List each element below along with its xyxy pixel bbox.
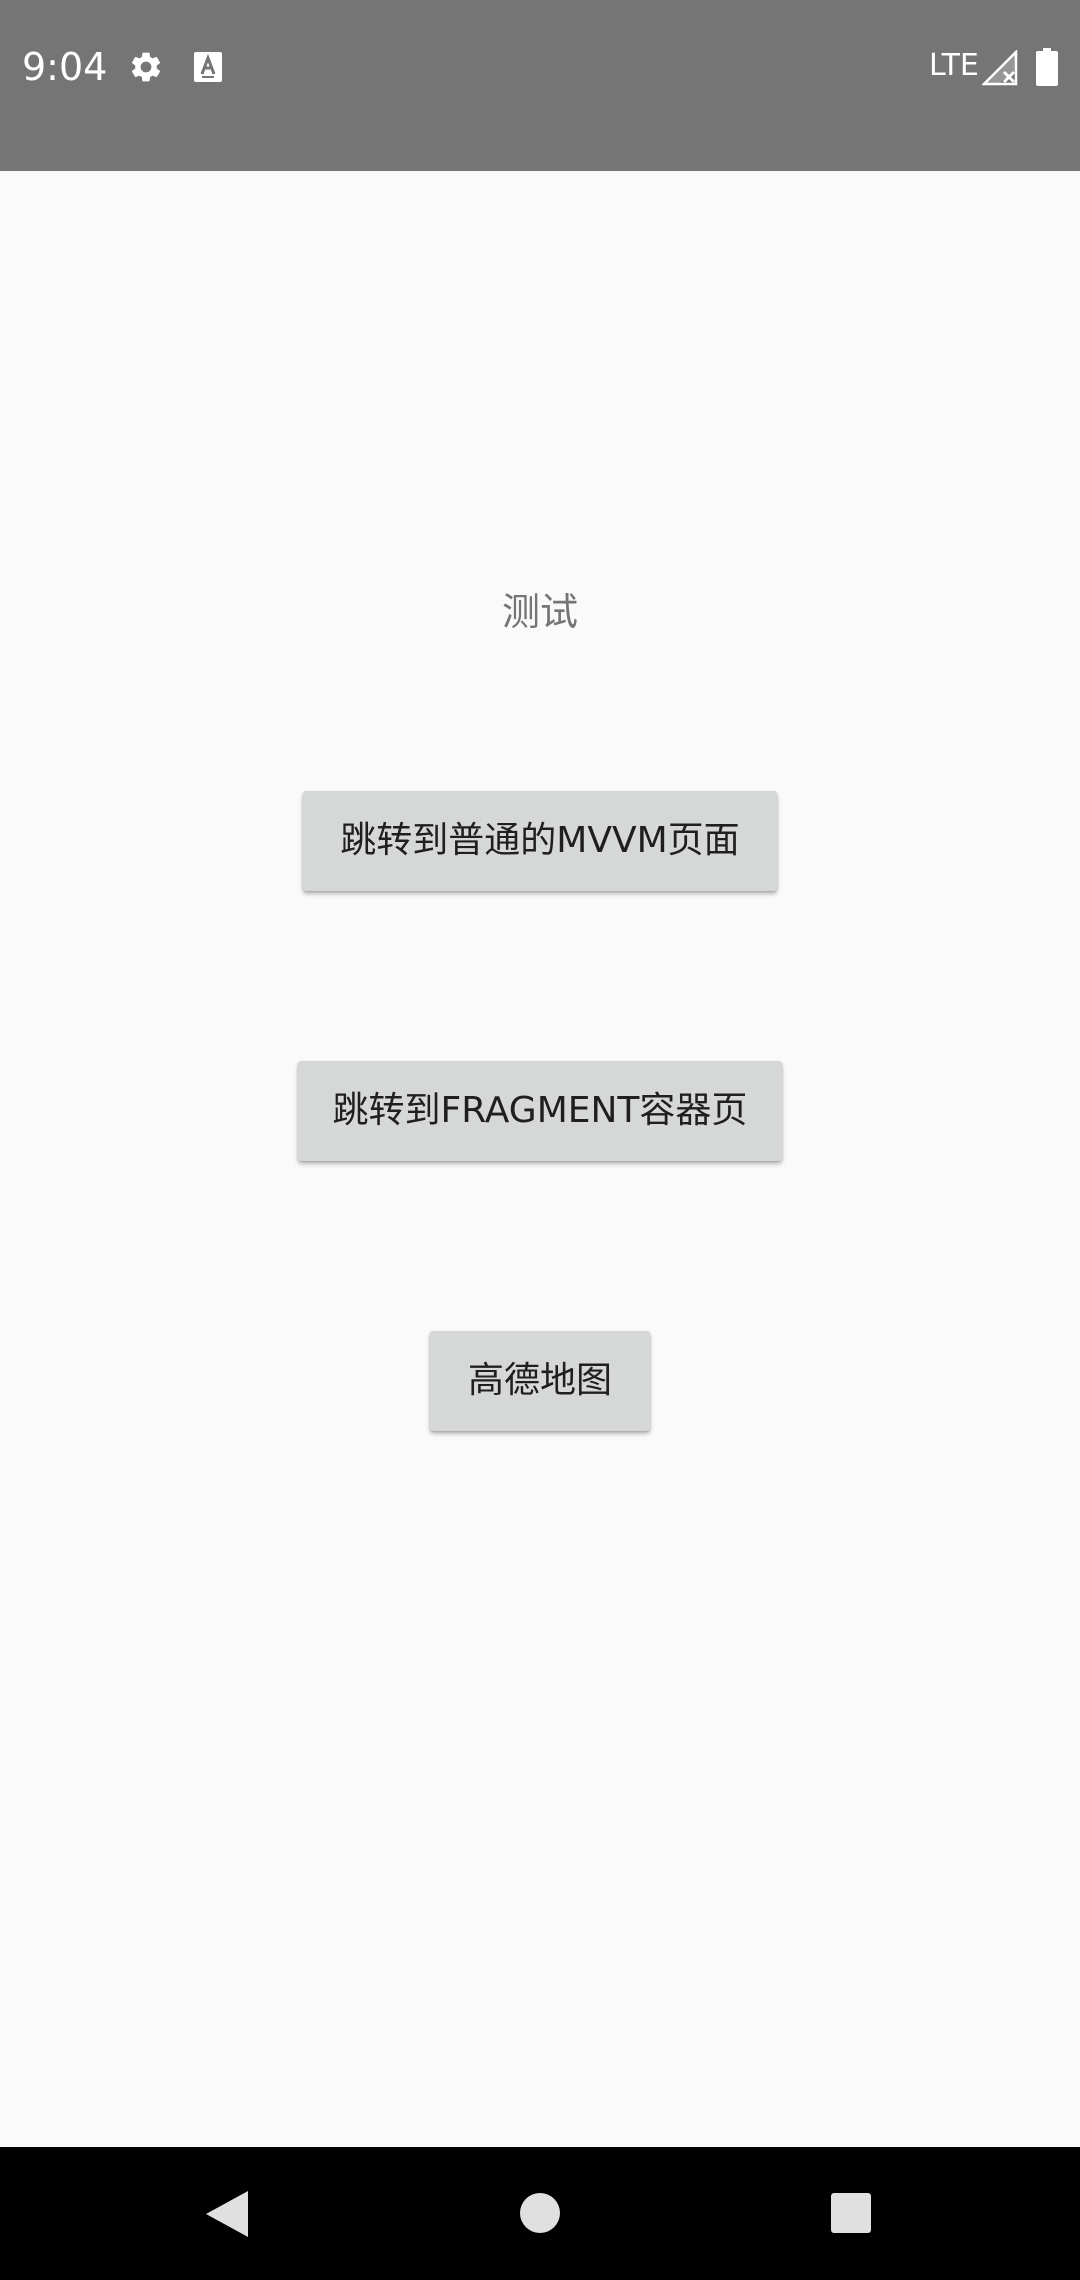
status-time: 9:04 xyxy=(22,45,108,89)
fragment-container-button[interactable]: 跳转到FRAGMENT容器页 xyxy=(298,1061,782,1161)
network-type: LTE xyxy=(929,48,979,83)
page-title: 测试 xyxy=(501,590,578,634)
signal-icon xyxy=(982,50,1018,86)
back-icon[interactable] xyxy=(204,2189,250,2239)
amap-button[interactable]: 高德地图 xyxy=(430,1331,650,1431)
navigation-bar xyxy=(0,2147,1080,2280)
gear-icon xyxy=(131,52,161,82)
status-bar: 9:04 LTE xyxy=(0,0,1080,171)
mvvm-page-button[interactable]: 跳转到普通的MVVM页面 xyxy=(303,791,777,891)
recents-icon[interactable] xyxy=(830,2192,872,2234)
screen: 9:04 LTE 测试 跳转到普通的MVVM页面 跳转到FRAGMENT容器页 … xyxy=(0,0,1080,2280)
home-icon[interactable] xyxy=(519,2192,561,2234)
text-a-icon xyxy=(194,52,222,82)
battery-icon xyxy=(1036,48,1058,86)
